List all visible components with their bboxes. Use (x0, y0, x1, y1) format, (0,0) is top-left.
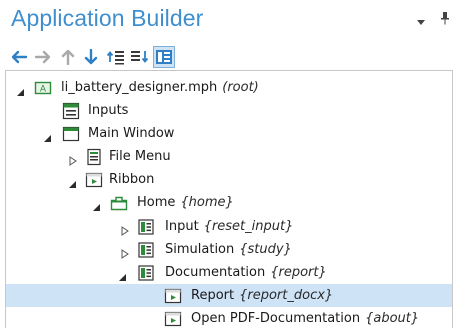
tree-node-label: Inputs (88, 103, 129, 118)
tree-node-input[interactable]: Input {reset_input} (6, 215, 452, 238)
tree-node-documentation[interactable]: Documentation {report} (6, 261, 452, 284)
tree-node-tag: {report} (270, 265, 327, 280)
ribbon-section-icon (137, 241, 155, 259)
tree-node-tag: {about} (365, 311, 420, 326)
expanded-triangle-icon[interactable] (16, 82, 26, 96)
tree-node-label: Simulation (165, 242, 235, 257)
expanded-triangle-icon[interactable] (43, 128, 53, 142)
tree-node-tag: {home} (180, 195, 234, 210)
tree-node-label: Home (137, 195, 176, 210)
tree-node-label: Main Window (88, 126, 175, 141)
tree-node-open-pdf-documentation[interactable]: Open PDF-Documentation {about} (6, 307, 452, 328)
back-arrow-icon[interactable] (8, 46, 30, 68)
move-up-icon[interactable] (58, 46, 80, 68)
tree-node-label: Input (165, 219, 199, 234)
ribbon-tab-icon (110, 194, 128, 212)
panel-title: Application Builder (11, 5, 204, 31)
expanded-triangle-icon[interactable] (118, 267, 128, 281)
collapsed-triangle-icon[interactable] (120, 221, 130, 236)
tree-node-label: Ribbon (109, 172, 155, 187)
tree-node-label: Report (191, 288, 235, 303)
forward-arrow-icon[interactable] (32, 46, 54, 68)
tree-node-tag: (root) (222, 80, 259, 95)
tree-node-simulation[interactable]: Simulation {study} (6, 238, 452, 261)
tree-node-file-menu[interactable]: File Menu (6, 145, 452, 168)
tree-node-report[interactable]: Report {report_docx} (6, 284, 452, 307)
expanded-triangle-icon[interactable] (68, 174, 78, 188)
tree-node-root[interactable]: A li_battery_designer.mph (root) (6, 76, 452, 99)
tree-node-main-window[interactable]: Main Window (6, 122, 452, 145)
panel-menu-dropdown-icon[interactable] (416, 12, 426, 25)
pin-icon[interactable] (440, 10, 450, 25)
ribbon-item-icon (164, 287, 182, 305)
tree-node-label: Documentation (165, 265, 266, 280)
application-icon: A (34, 79, 52, 97)
collapse-all-icon[interactable] (105, 46, 127, 68)
svg-text:A: A (40, 85, 47, 95)
tree-node-inputs[interactable]: Inputs (6, 99, 452, 122)
tree-node-tag: {report_docx} (239, 288, 334, 303)
tree-node-ribbon[interactable]: Ribbon (6, 168, 452, 191)
tree-node-tag: {reset_input} (203, 219, 294, 234)
tree-node-label: Open PDF-Documentation (191, 311, 361, 326)
tree-node-tag: {study} (239, 242, 292, 257)
move-down-icon[interactable] (81, 46, 103, 68)
ribbon-section-icon (137, 218, 155, 236)
tree-node-label: File Menu (109, 149, 171, 164)
tree-node-home[interactable]: Home {home} (6, 191, 452, 214)
expanded-triangle-icon[interactable] (92, 197, 102, 211)
main-window-icon (62, 125, 80, 143)
file-menu-icon (85, 148, 103, 166)
collapsed-triangle-icon[interactable] (68, 151, 78, 166)
tree-view[interactable]: A li_battery_designer.mph (root) Inputs (5, 70, 453, 328)
ribbon-icon (85, 171, 103, 189)
tree-node-label: li_battery_designer.mph (61, 80, 218, 95)
ribbon-item-icon (164, 310, 182, 328)
expand-all-icon[interactable] (129, 46, 151, 68)
ribbon-section-icon (137, 264, 155, 282)
inputs-icon (62, 102, 80, 120)
tree-view-icon[interactable] (153, 46, 175, 68)
collapsed-triangle-icon[interactable] (120, 244, 130, 259)
